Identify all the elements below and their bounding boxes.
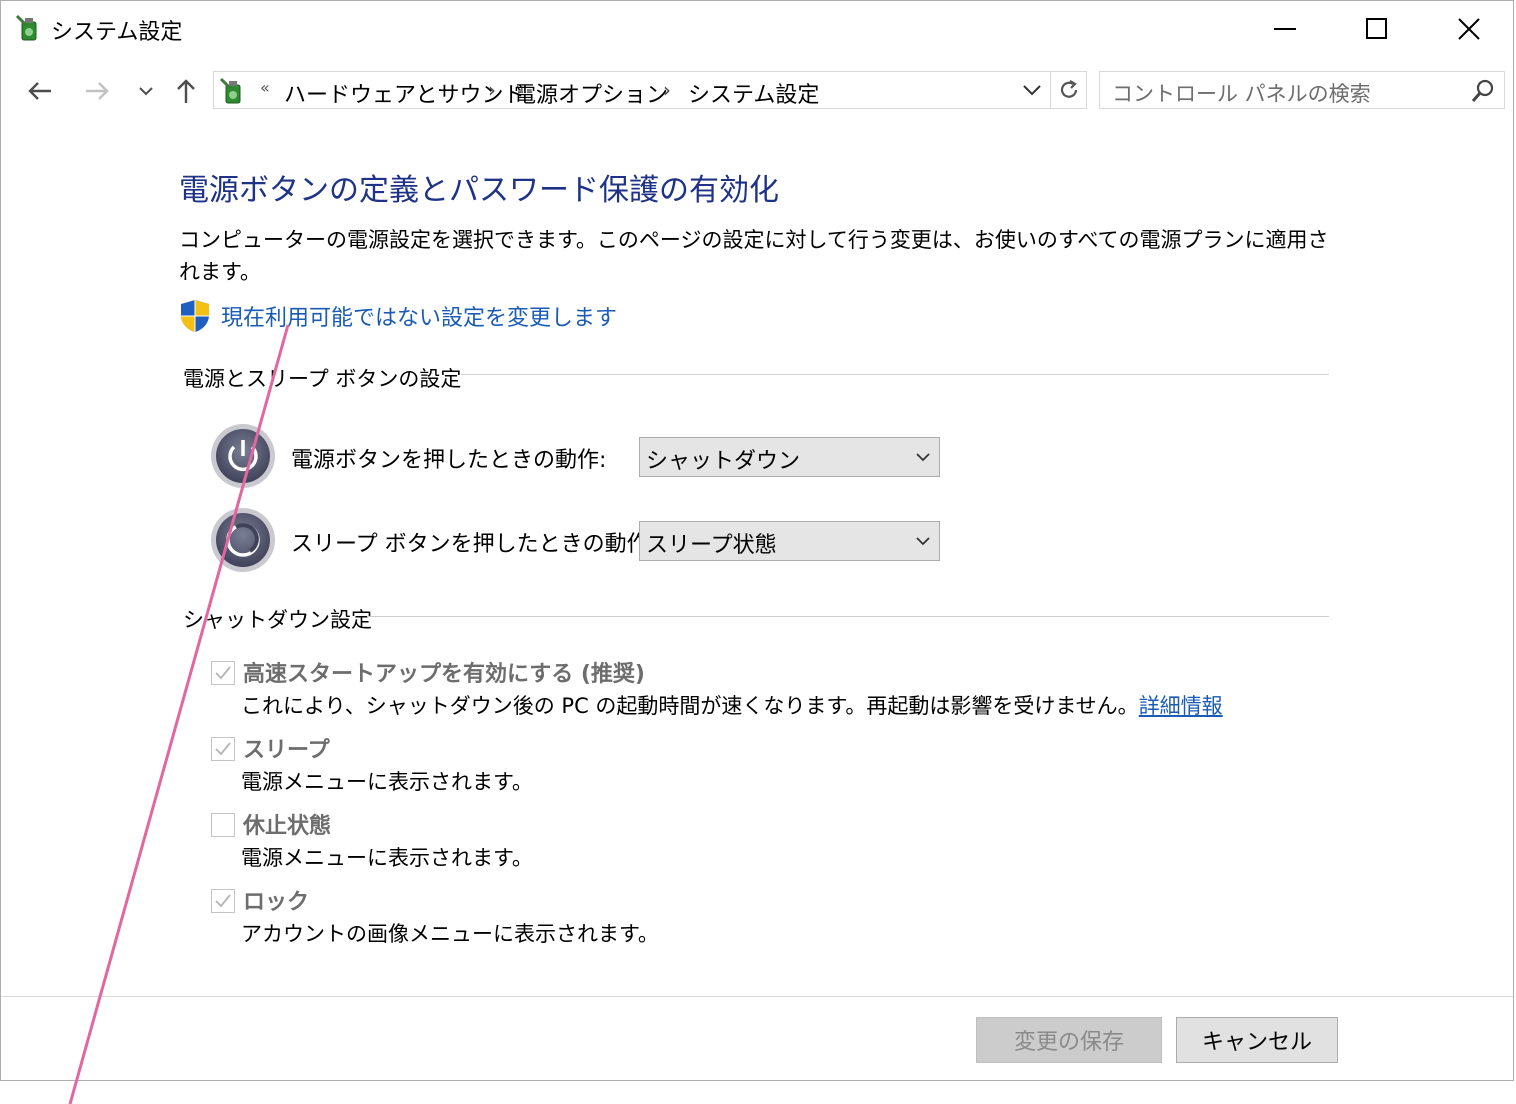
sleep-button-icon (211, 508, 275, 572)
address-bar[interactable]: « ハードウェアとサウンド › 電源オプション › システム設定 (213, 71, 1087, 109)
sleep-button-action-value: スリープ状態 (646, 533, 777, 558)
refresh-icon (1060, 80, 1078, 98)
search-placeholder: コントロール パネルの検索 (1112, 82, 1371, 106)
back-button[interactable] (22, 73, 58, 109)
uac-shield-icon (181, 300, 209, 332)
hibernate-description: 電源メニューに表示されます。 (241, 846, 533, 870)
checkmark-icon (215, 894, 231, 908)
minimize-button[interactable] (1239, 1, 1331, 57)
address-history-dropdown[interactable] (1014, 72, 1050, 108)
search-input[interactable]: コントロール パネルの検索 (1099, 71, 1505, 109)
fast-startup-description: これにより、シャットダウン後の PC の起動時間が速くなります。再起動は影響を受… (241, 690, 1223, 720)
breadcrumb-power-options[interactable]: 電源オプション (514, 77, 668, 109)
power-button-icon (211, 424, 275, 488)
hibernate-label: 休止状態 (243, 814, 332, 839)
checkmark-icon (215, 666, 231, 680)
chevron-down-icon (916, 537, 930, 546)
page-title: 電源ボタンの定義とパスワード保護の有効化 (179, 173, 779, 208)
chevron-down-icon (916, 453, 930, 462)
maximize-button[interactable] (1331, 1, 1423, 57)
power-button-action-value: シャットダウン (646, 449, 801, 474)
fast-startup-label: 高速スタートアップを有効にする (推奨) (243, 662, 645, 687)
lock-label: ロック (243, 890, 310, 915)
up-arrow-icon (177, 79, 195, 103)
section-divider (461, 374, 1329, 375)
lock-checkbox[interactable] (211, 889, 235, 913)
system-settings-window: システム設定 « ハードウェアとサウンド › 電源オプション › システム設定 … (0, 0, 1514, 1081)
power-button-action-select[interactable]: シャットダウン (639, 437, 940, 477)
change-settings-link-text[interactable]: 現在利用可能ではない設定を変更します (221, 300, 617, 332)
breadcrumb-separator[interactable]: › (663, 78, 671, 102)
page-description: コンピューターの電源設定を選択できます。このページの設定に対して行う変更は、お使… (179, 228, 1329, 284)
power-options-location-icon (219, 77, 241, 104)
sleep-checkbox[interactable] (211, 737, 235, 761)
checkmark-icon (215, 742, 231, 756)
sleep-button-action-select[interactable]: スリープ状態 (639, 521, 940, 561)
breadcrumb-system-settings[interactable]: システム設定 (688, 77, 819, 109)
lock-description: アカウントの画像メニューに表示されます。 (241, 922, 659, 946)
recent-locations-button[interactable] (128, 73, 164, 109)
forward-button[interactable] (79, 73, 115, 109)
window-title: システム設定 (51, 20, 183, 45)
close-button[interactable] (1423, 1, 1515, 57)
search-icon[interactable] (1470, 78, 1496, 104)
refresh-button[interactable] (1050, 72, 1087, 108)
chevron-down-icon (139, 87, 153, 96)
chevron-down-icon (1023, 85, 1041, 96)
title-bar: システム設定 (1, 1, 1513, 57)
power-button-action-label: 電源ボタンを押したときの動作: (291, 448, 607, 473)
power-section-header: 電源とスリープ ボタンの設定 (183, 367, 462, 391)
back-arrow-icon (28, 82, 51, 100)
maximize-icon (1366, 18, 1387, 39)
fast-startup-checkbox[interactable] (211, 661, 235, 685)
hibernate-checkbox[interactable] (211, 813, 235, 837)
footer-divider (1, 996, 1513, 997)
sleep-button-action-label: スリープ ボタンを押したときの動作: (291, 532, 657, 557)
breadcrumb-overflow[interactable]: « (260, 78, 270, 97)
save-changes-button[interactable]: 変更の保存 (976, 1017, 1162, 1063)
change-unavailable-settings-link[interactable]: 現在利用可能ではない設定を変更します (179, 299, 617, 333)
minimize-icon (1274, 28, 1296, 30)
section-divider (367, 616, 1329, 617)
cancel-button[interactable]: キャンセル (1176, 1017, 1338, 1063)
close-icon (1458, 18, 1480, 40)
breadcrumb-separator[interactable]: › (488, 78, 496, 102)
up-button[interactable] (168, 73, 204, 109)
fast-startup-description-text: これにより、シャットダウン後の PC の起動時間が速くなります。再起動は影響を受… (241, 694, 1139, 718)
more-info-link[interactable]: 詳細情報 (1139, 694, 1223, 718)
sleep-description: 電源メニューに表示されます。 (241, 770, 533, 794)
shutdown-section-header: シャットダウン設定 (183, 608, 372, 632)
forward-arrow-icon (86, 82, 109, 100)
power-options-app-icon (15, 14, 37, 41)
sleep-label: スリープ (243, 738, 330, 763)
